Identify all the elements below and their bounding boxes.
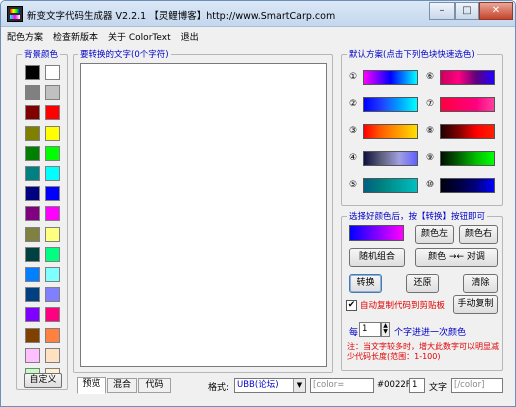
bg-color-swatch[interactable] <box>45 287 60 303</box>
tab-mix[interactable]: 混合 <box>107 378 137 393</box>
bg-color-swatch[interactable] <box>25 145 40 161</box>
menu-about[interactable]: 关于 ColorText <box>108 30 171 43</box>
preset-number: ⑨ <box>425 153 435 163</box>
length-note: 注：当文字较多时，增大此数字可以明显减少代码长度(范围：1-100) <box>347 342 499 361</box>
preset-gradient-swatch[interactable] <box>440 178 495 193</box>
bg-color-swatch[interactable] <box>45 226 60 242</box>
format-select[interactable]: UBB(论坛) ▼ <box>234 378 306 393</box>
preset-gradient-swatch[interactable] <box>440 70 495 85</box>
preset-number: ① <box>348 72 358 82</box>
format-select-value: UBB(论坛) <box>237 380 279 390</box>
tab-code[interactable]: 代码 <box>138 378 171 393</box>
preset-gradient-swatch[interactable] <box>440 151 495 166</box>
app-window: 新变文字代码生成器 V2.2.1 【灵鲤博客】http://www.SmartC… <box>0 0 516 407</box>
preset-gradient-swatch[interactable] <box>440 97 495 112</box>
preset-number: ⑩ <box>425 180 435 190</box>
current-gradient-preview <box>349 225 404 241</box>
close-button[interactable]: ✕ <box>479 2 513 20</box>
menu-exit[interactable]: 退出 <box>181 30 199 43</box>
preset-number: ④ <box>348 153 358 163</box>
window-title: 新变文字代码生成器 V2.2.1 【灵鲤博客】http://www.SmartC… <box>27 11 336 22</box>
bg-color-swatch[interactable] <box>25 267 40 282</box>
text-group-label: 要转换的文字(0个字符) <box>78 48 171 60</box>
bg-color-swatch[interactable] <box>25 85 40 101</box>
per-prefix-label: 每 <box>349 328 359 338</box>
preset-gradient-swatch[interactable] <box>363 178 418 193</box>
text-input-area[interactable] <box>80 63 327 367</box>
bg-color-label: 背景颜色 <box>22 48 61 60</box>
bg-color-swatch[interactable] <box>45 327 60 343</box>
preset-number: ② <box>348 99 358 109</box>
title-bar: 新变文字代码生成器 V2.2.1 【灵鲤博客】http://www.SmartC… <box>1 1 515 27</box>
per-suffix-label: 个字进进一次颜色 <box>394 328 467 338</box>
bg-color-swatch[interactable] <box>45 85 60 101</box>
restore-button[interactable]: 还原 <box>406 274 439 293</box>
length-input[interactable]: 1 <box>409 378 425 393</box>
preset-number: ③ <box>348 126 358 136</box>
bg-color-swatch[interactable] <box>25 226 40 242</box>
menu-check-update[interactable]: 检查新版本 <box>53 30 98 43</box>
bg-color-swatch[interactable] <box>25 307 40 323</box>
preset-number: ⑥ <box>425 72 435 82</box>
auto-copy-checkbox[interactable]: ✔ <box>346 300 357 311</box>
per-count-spinner[interactable]: ▲ ▼ <box>381 322 390 337</box>
bg-color-swatch[interactable] <box>45 246 60 262</box>
random-combo-button[interactable]: 随机组合 <box>349 248 405 267</box>
custom-color-button[interactable]: 自定义 <box>24 373 62 388</box>
convert-group-label: 选择好颜色后，按【转换】按钮即可 <box>347 210 488 222</box>
bg-color-swatch[interactable] <box>45 145 60 161</box>
bg-color-swatch[interactable] <box>25 105 40 121</box>
bg-color-swatch[interactable] <box>45 186 60 202</box>
bg-color-swatch[interactable] <box>25 246 40 262</box>
color-left-button[interactable]: 颜色左 <box>415 225 454 244</box>
bg-color-swatch[interactable] <box>25 125 40 141</box>
preset-number: ⑧ <box>425 126 435 136</box>
menu-color-scheme[interactable]: 配色方案 <box>7 30 43 43</box>
preset-group-label: 默认方案(点击下列色块快速选色) <box>347 48 477 60</box>
bg-color-swatch[interactable] <box>25 287 40 303</box>
per-count-input[interactable]: 1 <box>359 322 381 337</box>
text-label: 文字 <box>429 383 448 393</box>
preset-number: ⑤ <box>348 180 358 190</box>
maximize-button[interactable]: □ <box>455 2 479 20</box>
bg-color-swatch[interactable] <box>45 166 60 181</box>
bg-color-swatch[interactable] <box>45 105 60 121</box>
close-tag-input[interactable]: [/color] <box>451 378 503 393</box>
bg-color-swatch[interactable] <box>45 347 60 363</box>
bg-color-swatch[interactable] <box>25 186 40 202</box>
bg-color-group <box>16 54 68 390</box>
color-right-button[interactable]: 颜色右 <box>459 225 498 244</box>
preset-gradient-swatch[interactable] <box>440 124 495 139</box>
bg-color-swatch[interactable] <box>25 65 40 80</box>
manual-copy-button[interactable]: 手动复制 <box>453 295 498 314</box>
bg-color-swatch[interactable] <box>45 65 60 80</box>
bg-color-swatch[interactable] <box>25 206 40 222</box>
minimize-button[interactable]: – <box>429 2 455 20</box>
format-label: 格式: <box>208 383 230 393</box>
preset-gradient-swatch[interactable] <box>363 97 418 112</box>
bg-color-swatch[interactable] <box>45 307 60 323</box>
menu-bar: 配色方案 检查新版本 关于 ColorText 退出 <box>7 30 209 44</box>
bg-color-swatch[interactable] <box>25 327 40 343</box>
bg-color-swatch[interactable] <box>25 347 40 363</box>
color-tag-input[interactable]: [color= <box>310 378 374 393</box>
preset-number: ⑦ <box>425 99 435 109</box>
bg-color-swatch[interactable] <box>25 166 40 181</box>
convert-button[interactable]: 转换 <box>349 274 382 293</box>
bg-color-swatch[interactable] <box>45 267 60 282</box>
tab-preview[interactable]: 预览 <box>77 377 106 394</box>
app-icon <box>7 6 23 22</box>
preset-gradient-swatch[interactable] <box>363 124 418 139</box>
bg-color-swatch[interactable] <box>45 206 60 222</box>
swap-colors-button[interactable]: 颜色 →← 对调 <box>415 248 498 267</box>
bg-color-swatch[interactable] <box>45 125 60 141</box>
chevron-down-icon[interactable]: ▼ <box>293 379 305 392</box>
preset-gradient-swatch[interactable] <box>363 70 418 85</box>
clear-button[interactable]: 清除 <box>463 274 498 293</box>
auto-copy-label: 自动复制代码到剪贴板 <box>360 301 446 311</box>
preset-gradient-swatch[interactable] <box>363 151 418 166</box>
